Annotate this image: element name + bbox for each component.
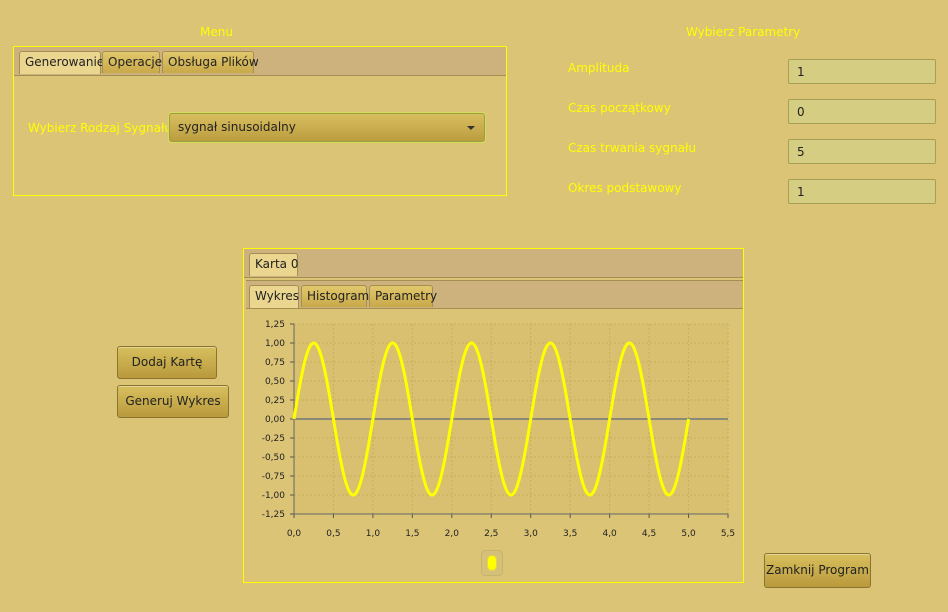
close-program-button[interactable]: Zamknij Program	[764, 553, 871, 588]
chart-tab-bar: Wykres Histogram Parametry	[246, 280, 743, 309]
tab-karta-0[interactable]: Karta 0	[249, 253, 298, 276]
menu-tab-bar: Generowanie Operacje Obsługa Plików	[14, 47, 506, 76]
period-label: Okres podstawowy	[568, 181, 682, 195]
add-card-button[interactable]: Dodaj Kartę	[117, 346, 217, 379]
duration-input[interactable]: 5	[788, 139, 936, 164]
tab-histogram[interactable]: Histogram	[301, 285, 369, 307]
signal-type-select[interactable]: sygnał sinusoidalny	[169, 113, 485, 142]
menu-title: Menu	[200, 25, 233, 39]
signal-type-label: Wybierz Rodzaj Sygnału	[28, 121, 173, 135]
card-tab-bar: Karta 0	[244, 249, 743, 278]
scroll-indicator[interactable]	[481, 550, 503, 576]
scroll-thumb-icon[interactable]	[488, 556, 496, 570]
tab-parametry[interactable]: Parametry	[369, 285, 437, 307]
tab-operacje[interactable]: Operacje	[102, 51, 162, 73]
amplitude-label: Amplituda	[568, 61, 630, 75]
tab-obsluga-plikow[interactable]: Obsługa Plików	[162, 51, 259, 73]
generate-chart-button[interactable]: Generuj Wykres	[117, 385, 229, 418]
start-time-input[interactable]: 0	[788, 99, 936, 124]
chevron-down-icon	[467, 126, 475, 130]
tab-generowanie[interactable]: Generowanie	[19, 51, 104, 74]
period-input[interactable]: 1	[788, 179, 936, 204]
duration-label: Czas trwania sygnału	[568, 141, 696, 155]
signal-type-value: sygnał sinusoidalny	[178, 120, 296, 134]
card-panel: Karta 0 Wykres Histogram Parametry	[243, 248, 744, 583]
start-time-label: Czas początkowy	[568, 101, 671, 115]
tab-wykres[interactable]: Wykres	[249, 285, 299, 308]
params-title: Wybierz Parametry	[686, 25, 801, 39]
amplitude-input[interactable]: 1	[788, 59, 936, 84]
